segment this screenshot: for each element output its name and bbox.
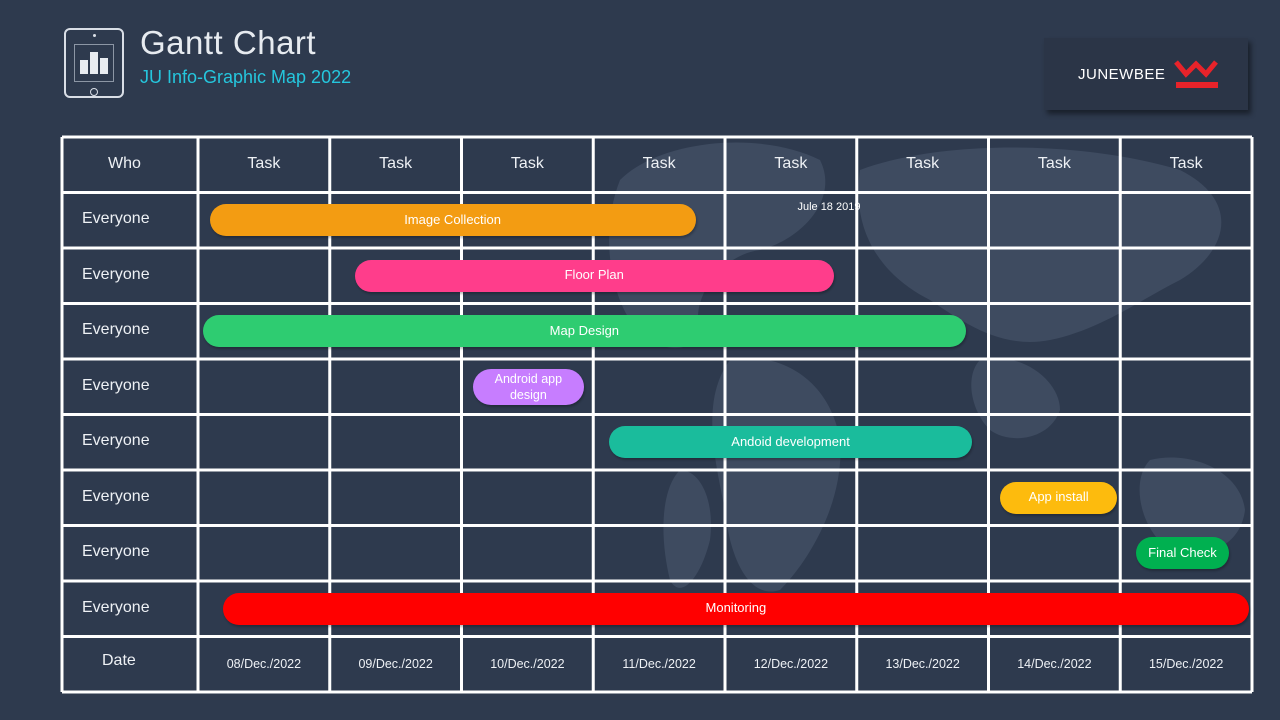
row-label: Everyone xyxy=(82,487,150,505)
task-column-header: Task xyxy=(510,154,544,172)
date-annotation: Jule 18 2019 xyxy=(797,200,861,213)
date-header: Date xyxy=(102,652,136,670)
task-bar: Monitoring xyxy=(222,592,1249,625)
task-column-header: Task xyxy=(247,154,281,172)
row-label: Everyone xyxy=(82,321,150,339)
task-bar: App install xyxy=(1000,481,1118,514)
date-label: 15/Dec./2022 xyxy=(1148,657,1224,672)
task-column-header: Task xyxy=(906,154,940,172)
gantt-chart: Who Date Jule 18 2019 Task Task Task Task Ta… xyxy=(0,0,1280,720)
row-label: Everyone xyxy=(82,210,150,228)
task-column-header: Task xyxy=(1037,154,1071,172)
task-column-header: Task xyxy=(379,154,413,172)
task-bar: Floor Plan xyxy=(354,259,834,292)
task-column-header: Task xyxy=(774,154,808,172)
date-label: 08/Dec./2022 xyxy=(226,657,302,672)
date-label: 14/Dec./2022 xyxy=(1017,657,1092,672)
date-label: 13/Dec./2022 xyxy=(885,657,960,672)
date-label: 11/Dec./2022 xyxy=(622,657,696,672)
row-label: Everyone xyxy=(82,376,150,394)
date-label: 10/Dec./2022 xyxy=(490,657,565,672)
date-label: 09/Dec./2022 xyxy=(358,657,433,672)
task-bar: Android app design xyxy=(473,368,584,405)
task-column-header: Task xyxy=(642,154,676,172)
task-column-header: Task xyxy=(1169,154,1203,172)
task-bar: Map Design xyxy=(203,315,966,348)
row-label: Everyone xyxy=(82,543,150,561)
date-label: 12/Dec./2022 xyxy=(753,657,829,672)
row-label: Everyone xyxy=(82,432,150,450)
row-label: Everyone xyxy=(82,265,150,283)
task-bar: Image Collection xyxy=(209,204,696,237)
who-header: Who xyxy=(108,154,141,172)
task-bar: Final Check xyxy=(1135,537,1230,570)
row-label: Everyone xyxy=(82,598,150,616)
task-bar: Andoid development xyxy=(608,426,973,459)
